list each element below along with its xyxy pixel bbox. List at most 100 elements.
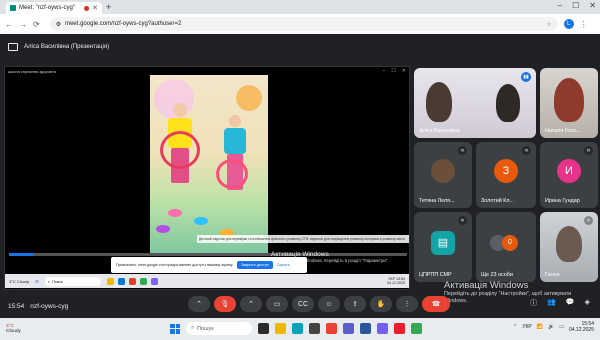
presenter-title: Аліса Василівна (Презентація) xyxy=(24,44,110,50)
participant-photo xyxy=(556,226,582,262)
volume-icon[interactable]: 🔊 xyxy=(548,324,554,330)
new-tab-button[interactable]: + xyxy=(106,2,111,12)
participant-photo xyxy=(554,78,584,122)
file-explorer-icon[interactable] xyxy=(275,323,286,334)
stop-sharing-button: Закрыть доступ xyxy=(237,261,273,269)
muted-icon: ✕ xyxy=(458,216,467,225)
screen-share-notification: Призначено: meet.google.com предоставляе… xyxy=(111,257,307,273)
participant-name: Тетяна Леля... xyxy=(419,198,455,204)
back-icon[interactable]: ← xyxy=(5,20,13,29)
participant-photo xyxy=(496,84,520,122)
video-frame-children xyxy=(150,75,268,253)
battery-icon[interactable]: ▭ xyxy=(559,324,564,330)
muted-icon: ✕ xyxy=(584,216,593,225)
hula-hoop xyxy=(216,159,248,189)
taskbar-center: ⌕ Пошук xyxy=(170,322,422,335)
participant-tile[interactable]: И ✕ Ирина Гундар xyxy=(540,142,598,208)
more-participants-badge: 0 xyxy=(502,234,518,251)
participant-photo-avatar xyxy=(431,159,455,184)
teams-icon[interactable] xyxy=(343,323,354,334)
present-icon[interactable]: ⇪ xyxy=(344,296,366,312)
muted-icon: ✕ xyxy=(458,146,467,155)
taskbar-search[interactable]: ⌕ Пошук xyxy=(186,322,252,335)
window-controls: – ☐ ✕ xyxy=(558,1,596,10)
captions-icon[interactable]: CC xyxy=(292,296,314,312)
participant-name: Ганна xyxy=(545,272,560,278)
more-icon[interactable]: ⋮ xyxy=(396,296,418,312)
participant-tile-more[interactable]: 0 Ще 23 особи xyxy=(476,212,536,282)
participant-name: ЦПРПП СМР xyxy=(419,272,452,278)
chrome-icon[interactable] xyxy=(326,323,337,334)
meet-presentation-bar: Аліса Василівна (Презентація) xyxy=(0,34,600,60)
shared-minimize-icon: – xyxy=(382,68,386,74)
participant-name: Ще 23 особи xyxy=(481,272,513,278)
chat-icon[interactable]: 💬 xyxy=(566,298,575,308)
participant-tile[interactable]: ▮▮ Аліса Василівна xyxy=(414,68,536,138)
shared-taskbar: 3°C Cloudy ⊞ ⌕ Поиск УКР 15:54 04.12.2025 xyxy=(5,274,409,288)
bookmark-star-icon[interactable]: ☆ xyxy=(546,21,551,28)
address-bar[interactable]: ⚙ meet.google.com/nzf-oyws-cyg?authuser=… xyxy=(49,17,558,31)
participant-name: Золотий Кл... xyxy=(481,198,514,204)
participant-tile[interactable]: ✕ Ганна xyxy=(540,212,598,282)
participant-tile[interactable]: ▤ ✕ ЦПРПП СМР xyxy=(414,212,472,282)
hula-hoop xyxy=(160,131,200,169)
shared-close-icon: ✕ xyxy=(401,68,406,74)
participant-tile[interactable]: ✕ Тетяна Леля... xyxy=(414,142,472,208)
windows-start-icon[interactable] xyxy=(170,323,180,334)
shared-search-box: ⌕ Поиск xyxy=(44,276,101,286)
weather-widget[interactable]: 3°C Cloudy xyxy=(6,324,21,335)
opera-icon[interactable] xyxy=(394,323,405,334)
tab-title: Meet: "nzf-oyws-cyg" xyxy=(19,5,75,11)
shared-weather: 3°C Cloudy xyxy=(9,278,30,284)
meet-controls-bar: 15:54 nzf-oyws-cyg ⌃ 🎙 ⌃ ▭ CC ☺ ⇪ ✋ ⋮ ☎ … xyxy=(0,294,600,318)
participant-tile[interactable]: Наталя Голо... xyxy=(540,68,598,138)
participant-initial-avatar: И xyxy=(557,159,581,184)
participant-tile[interactable]: З ✕ Золотий Кл... xyxy=(476,142,536,208)
close-window-button[interactable]: ✕ xyxy=(589,1,596,10)
participant-name: Наталя Голо... xyxy=(545,128,581,134)
profile-avatar[interactable]: L xyxy=(563,19,574,29)
shared-window-controls: – ☐ ✕ xyxy=(383,68,406,74)
browser-toolbar: ← → ⟳ ⚙ meet.google.com/nzf-oyws-cyg?aut… xyxy=(0,14,600,34)
info-icon[interactable]: ⓘ xyxy=(530,298,537,308)
tray-chevron-icon[interactable]: ⌃ xyxy=(513,324,517,330)
taskbar-clock[interactable]: 15:54 04.12.2025 xyxy=(569,321,594,333)
reload-icon[interactable]: ⟳ xyxy=(33,20,40,29)
mic-off-icon[interactable]: 🎙 xyxy=(214,296,236,312)
browser-tab-meet[interactable]: Meet: "nzf-oyws-cyg" ✕ xyxy=(6,2,102,14)
close-tab-icon[interactable]: ✕ xyxy=(92,4,98,12)
raise-hand-icon[interactable]: ✋ xyxy=(370,296,392,312)
url-text: meet.google.com/nzf-oyws-cyg?authuser=2 xyxy=(65,21,182,27)
chrome-alt-icon[interactable] xyxy=(411,323,422,334)
edge-icon[interactable] xyxy=(292,323,303,334)
maximize-button[interactable]: ☐ xyxy=(572,1,579,10)
task-view-icon[interactable] xyxy=(258,323,269,334)
sun-decoration xyxy=(236,85,262,111)
emoji-icon[interactable]: ☺ xyxy=(318,296,340,312)
mic-options-button[interactable]: ⌃ xyxy=(188,296,210,312)
shared-clock: УКР 15:54 04.12.2025 xyxy=(387,277,405,285)
word-icon[interactable] xyxy=(360,323,371,334)
hide-notice-button: Скрыть xyxy=(276,263,290,267)
language-indicator[interactable]: УКР xyxy=(522,324,531,330)
muted-icon: ✕ xyxy=(584,146,593,155)
camera-options-button[interactable]: ⌃ xyxy=(240,296,262,312)
browser-tab-strip: Meet: "nzf-oyws-cyg" ✕ + – ☐ ✕ xyxy=(0,0,600,14)
floor-mat xyxy=(194,217,208,225)
forward-icon[interactable]: → xyxy=(19,20,27,29)
minimize-button[interactable]: – xyxy=(558,1,562,10)
camera-icon[interactable]: ▭ xyxy=(266,296,288,312)
call-controls: ⌃ 🎙 ⌃ ▭ CC ☺ ⇪ ✋ ⋮ ☎ xyxy=(188,296,450,312)
site-info-icon[interactable]: ⚙ xyxy=(56,21,61,28)
people-icon[interactable]: 👥 xyxy=(547,298,556,308)
viber-icon[interactable] xyxy=(377,323,388,334)
presentation-icon xyxy=(8,43,18,51)
floor-mat xyxy=(168,209,182,217)
activities-icon[interactable]: ◈ xyxy=(585,298,590,308)
end-call-icon[interactable]: ☎ xyxy=(422,296,450,312)
shared-maximize-icon: ☐ xyxy=(391,68,396,74)
store-icon[interactable] xyxy=(309,323,320,334)
wifi-icon[interactable]: 📶 xyxy=(537,324,543,330)
shared-screen[interactable]: школа сприяння здоров'ю – ☐ ✕ Дитячий са… xyxy=(4,66,410,290)
browser-menu-icon[interactable]: ⋮ xyxy=(580,20,588,29)
